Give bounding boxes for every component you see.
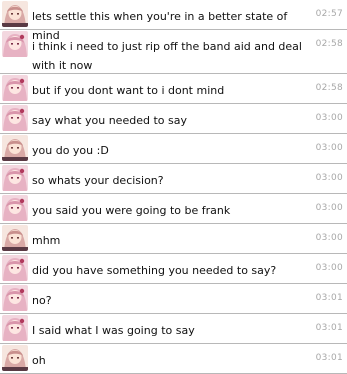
user-b-avatar[interactable] [2,1,28,27]
message-text: but if you dont want to i dont mind [32,84,225,97]
message-text: mhm [32,234,61,247]
chat-message: you do you :D 03:00 [0,134,347,164]
user-a-avatar[interactable] [2,195,28,221]
message-timestamp: 03:00 [315,233,343,243]
message-timestamp: 03:01 [315,353,343,363]
message-text: oh [32,354,46,367]
avatar-image [2,31,28,57]
user-b-avatar[interactable] [2,225,28,251]
user-b-avatar[interactable] [2,345,28,371]
chat-message: no? 03:01 [0,284,347,314]
message-timestamp: 02:58 [315,39,343,49]
avatar-image [2,225,28,251]
avatar-image [2,135,28,161]
avatar-image [2,195,28,221]
chat-message: oh 03:01 [0,344,347,374]
user-a-avatar[interactable] [2,75,28,101]
avatar-image [2,255,28,281]
message-text: did you have something you needed to say… [32,264,277,277]
message-timestamp: 02:57 [315,9,343,19]
user-a-avatar[interactable] [2,31,28,57]
message-text: you do you :D [32,144,109,157]
message-text: i think i need to just rip off the band … [32,40,302,72]
user-a-avatar[interactable] [2,165,28,191]
avatar-image [2,285,28,311]
message-text: so whats your decision? [32,174,164,187]
chat-message: i think i need to just rip off the band … [0,30,347,74]
chat-log: lets settle this when you're in a better… [0,0,347,374]
chat-message: you said you were going to be frank 03:0… [0,194,347,224]
message-timestamp: 02:58 [315,83,343,93]
chat-message: I said what I was going to say 03:01 [0,314,347,344]
avatar-image [2,105,28,131]
avatar-image [2,315,28,341]
message-timestamp: 03:00 [315,143,343,153]
message-text: you said you were going to be frank [32,204,231,217]
chat-message: did you have something you needed to say… [0,254,347,284]
message-timestamp: 03:01 [315,293,343,303]
message-text: say what you needed to say [32,114,187,127]
chat-message: say what you needed to say 03:00 [0,104,347,134]
chat-message: mhm 03:00 [0,224,347,254]
chat-message: lets settle this when you're in a better… [0,0,347,42]
message-timestamp: 03:00 [315,263,343,273]
message-timestamp: 03:00 [315,113,343,123]
avatar-image [2,1,28,27]
user-a-avatar[interactable] [2,255,28,281]
avatar-image [2,345,28,371]
user-a-avatar[interactable] [2,105,28,131]
message-timestamp: 03:00 [315,203,343,213]
message-timestamp: 03:00 [315,173,343,183]
message-timestamp: 03:01 [315,323,343,333]
chat-message: but if you dont want to i dont mind 02:5… [0,74,347,104]
avatar-image [2,75,28,101]
user-b-avatar[interactable] [2,135,28,161]
user-a-avatar[interactable] [2,315,28,341]
message-text: no? [32,294,52,307]
user-a-avatar[interactable] [2,285,28,311]
message-text: I said what I was going to say [32,324,195,337]
chat-message: so whats your decision? 03:00 [0,164,347,194]
avatar-image [2,165,28,191]
